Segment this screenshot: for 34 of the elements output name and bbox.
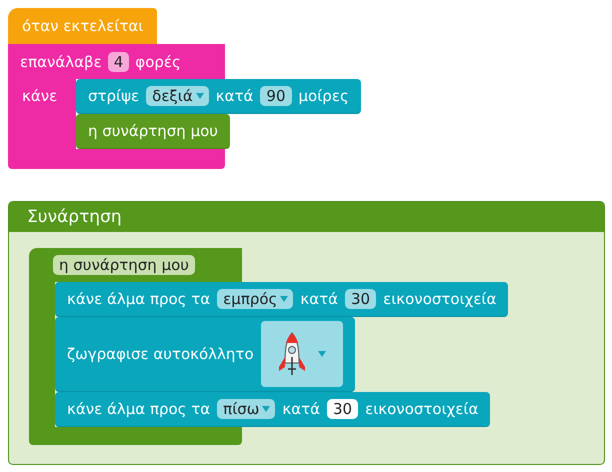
block-label: κάνε άλμα προς τα (67, 290, 210, 308)
number-field[interactable]: 30 (345, 289, 376, 309)
block-label: στρίψε (88, 87, 140, 105)
block-label: ζωγραφισε αυτοκόλλητο (67, 345, 254, 363)
block-label: εικονοστοιχεία (383, 290, 496, 308)
repeat-block-header[interactable]: επανάλαβε 4 φορές (8, 44, 225, 79)
number-field[interactable]: 4 (108, 52, 130, 72)
caret-icon (316, 350, 327, 358)
repeat-block-arm: κάνε (8, 79, 76, 149)
panel-title: Συνάρτηση (9, 202, 604, 232)
caret-icon (194, 92, 205, 100)
number-field[interactable]: 30 (327, 399, 358, 419)
turn-block[interactable]: στρίψε δεξιά κατά 90 μοίρες (76, 79, 361, 114)
dropdown[interactable]: πίσω (217, 399, 276, 419)
block-label: εικονοστοιχεία (365, 400, 478, 418)
definition-block-header[interactable]: η συνάρτηση μου (29, 248, 242, 282)
block-label: κατά (300, 290, 338, 308)
dropdown[interactable]: δεξιά (146, 86, 209, 106)
block-label: η συνάρτηση μου (88, 122, 218, 140)
block-label: κατά (216, 87, 254, 105)
caret-icon (279, 295, 290, 303)
caret-icon (261, 405, 272, 413)
block-label: φορές (135, 52, 181, 70)
number-field[interactable]: 90 (260, 86, 292, 106)
dropdown[interactable]: εμπρός (217, 289, 294, 309)
block-label: επανάλαβε (20, 52, 102, 70)
jump-block[interactable]: κάνε άλμα προς τα εμπρός κατά 30 εικονοστοιχεία (55, 282, 508, 317)
block-label: κάνε άλμα προς τα (67, 400, 210, 418)
jump-block[interactable]: κάνε άλμα προς τα πίσω κατά 30 εικονοστοιχεία (55, 392, 490, 427)
block-label: κατά (282, 400, 320, 418)
block-label: μοίρες (298, 87, 349, 105)
sticker-dropdown[interactable] (260, 321, 343, 387)
function-name[interactable]: η συνάρτηση μου (53, 255, 195, 275)
rocket-icon (276, 331, 307, 377)
